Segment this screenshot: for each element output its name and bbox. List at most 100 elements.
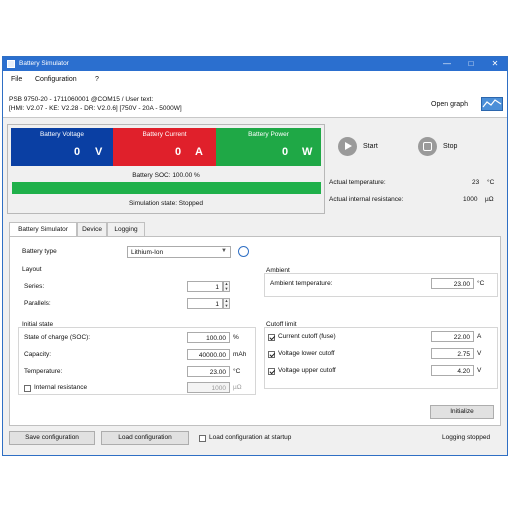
power-meter: Battery Power 0 W: [216, 128, 321, 166]
simulation-state: Simulation state: Stopped: [128, 200, 204, 207]
current-cutoff-input[interactable]: 22.00: [431, 331, 474, 342]
ambient-temperature-input[interactable]: 23.00: [431, 278, 474, 289]
device-line-1: PSB 9750-20 - 1711060001 @COM15 / User t…: [9, 96, 154, 103]
open-graph-label[interactable]: Open graph: [431, 101, 468, 108]
voltage-upper-cutoff-label: Voltage upper cutoff: [278, 367, 336, 374]
parallels-input[interactable]: 1: [187, 298, 223, 309]
parallels-spinner[interactable]: ▲ ▼: [223, 298, 230, 309]
capacity-input[interactable]: 40000.00: [187, 349, 230, 360]
current-cutoff-value: 22.00: [453, 333, 470, 341]
internal-resistance-checkbox[interactable]: [24, 385, 31, 392]
internal-resistance-label: Internal resistance: [34, 384, 88, 391]
load-configuration-button[interactable]: Load configuration: [101, 431, 189, 445]
voltage-unit: V: [95, 146, 103, 158]
parallels-label: Parallels:: [24, 300, 51, 307]
chevron-down-icon: ▼: [221, 248, 227, 254]
tab-logging[interactable]: Logging: [107, 222, 145, 236]
voltage-upper-cutoff-input[interactable]: 4.20: [431, 365, 474, 376]
current-value: 0: [175, 146, 182, 158]
stop-icon: [418, 137, 437, 156]
load-at-startup-checkbox[interactable]: [199, 435, 206, 442]
play-icon: [338, 137, 357, 156]
meter-panel: Battery Voltage 0 V Battery Current 0 A …: [7, 124, 325, 214]
voltage-lower-cutoff-unit: V: [477, 350, 482, 357]
current-cutoff-label: Current cutoff (fuse): [278, 333, 336, 340]
device-line-2: [HMI: V2.07 - KE: V2.28 - DR: V2.0.6] [7…: [9, 105, 182, 112]
graph-icon[interactable]: [481, 97, 503, 111]
current-cutoff-unit: A: [477, 333, 482, 340]
soc-bar-fill: [12, 182, 321, 194]
series-spinner[interactable]: ▲ ▼: [223, 281, 230, 292]
series-input[interactable]: 1: [187, 281, 223, 292]
current-unit: A: [195, 146, 203, 158]
battery-simulator-window: Battery Simulator — □ ✕ File Configurati…: [2, 56, 508, 456]
actual-resistance-label: Actual internal resistance:: [329, 196, 404, 203]
title-bar: Battery Simulator — □ ✕: [3, 57, 507, 71]
internal-resistance-input[interactable]: 1000: [187, 382, 230, 393]
menu-file[interactable]: File: [11, 76, 22, 83]
voltage-upper-cutoff-value: 4.20: [457, 367, 470, 375]
soc-input-label: State of charge (SOC):: [24, 334, 91, 341]
internal-resistance-value: 1000: [211, 384, 226, 392]
battery-type-label: Battery type: [22, 248, 57, 255]
menu-configuration[interactable]: Configuration: [35, 76, 77, 83]
window-title: Battery Simulator: [19, 60, 69, 67]
series-value: 1: [215, 283, 219, 291]
power-unit: W: [302, 146, 313, 158]
tab-device[interactable]: Device: [77, 222, 107, 236]
battery-type-value: Lithium-Ion: [131, 249, 164, 256]
tab-battery-simulator[interactable]: Battery Simulator: [9, 222, 77, 237]
temperature-input[interactable]: 23.00: [187, 366, 230, 377]
soc-label: Battery SOC: 100.00 %: [132, 172, 200, 179]
ambient-temperature-unit: °C: [477, 280, 485, 287]
internal-resistance-unit: µΩ: [233, 384, 242, 391]
voltage-lower-cutoff-checkbox[interactable]: [268, 351, 275, 358]
temperature-unit: °C: [233, 368, 241, 375]
soc-input-value: 100.00: [206, 334, 226, 342]
power-meter-label: Battery Power: [248, 131, 289, 138]
battery-simulator-panel: Battery type Lithium-Ion ▼ Layout Series…: [9, 236, 501, 426]
save-configuration-button[interactable]: Save configuration: [9, 431, 95, 445]
voltage-upper-cutoff-unit: V: [477, 367, 482, 374]
initialize-button[interactable]: Initialize: [430, 405, 494, 419]
voltage-meter: Battery Voltage 0 V: [11, 128, 113, 166]
temperature-value: 23.00: [209, 368, 226, 376]
current-meter: Battery Current 0 A: [113, 128, 216, 166]
load-at-startup-label: Load configuration at startup: [209, 434, 292, 441]
voltage-value: 0: [74, 146, 81, 158]
voltage-meter-label: Battery Voltage: [39, 131, 85, 138]
close-icon[interactable]: ✕: [486, 58, 504, 70]
temperature-label: Temperature:: [24, 368, 63, 375]
voltage-upper-cutoff-checkbox[interactable]: [268, 368, 275, 375]
maximize-icon[interactable]: □: [462, 58, 480, 70]
actual-resistance-value: 1000: [463, 196, 478, 203]
actual-resistance-unit: µΩ: [485, 196, 494, 203]
minimize-icon[interactable]: —: [438, 58, 456, 70]
actual-temperature-value: 23: [472, 179, 480, 186]
series-label: Series:: [24, 283, 45, 290]
capacity-unit: mAh: [233, 351, 247, 358]
capacity-label: Capacity:: [24, 351, 52, 358]
voltage-lower-cutoff-label: Voltage lower cutoff: [278, 350, 335, 357]
start-button[interactable]: Start: [338, 137, 398, 159]
actual-temperature-label: Actual temperature:: [329, 179, 386, 186]
ambient-temperature-value: 23.00: [453, 280, 470, 288]
capacity-value: 40000.00: [198, 351, 226, 359]
layout-title: Layout: [20, 266, 44, 273]
app-icon: [7, 60, 15, 68]
stop-button[interactable]: Stop: [418, 137, 478, 159]
current-cutoff-checkbox[interactable]: [268, 334, 275, 341]
menu-bar: File Configuration ?: [3, 71, 507, 87]
device-info: PSB 9750-20 - 1711060001 @COM15 / User t…: [3, 87, 507, 118]
stop-label: Stop: [443, 143, 458, 150]
menu-help[interactable]: ?: [95, 76, 99, 83]
soc-input[interactable]: 100.00: [187, 332, 230, 343]
voltage-lower-cutoff-value: 2.75: [457, 350, 470, 358]
refresh-icon[interactable]: [238, 246, 249, 257]
logging-status: Logging stopped: [442, 434, 491, 441]
current-meter-label: Battery Current: [142, 131, 187, 138]
voltage-lower-cutoff-input[interactable]: 2.75: [431, 348, 474, 359]
soc-input-unit: %: [233, 334, 239, 341]
battery-type-select[interactable]: Lithium-Ion ▼: [127, 246, 231, 258]
power-value: 0: [282, 146, 289, 158]
